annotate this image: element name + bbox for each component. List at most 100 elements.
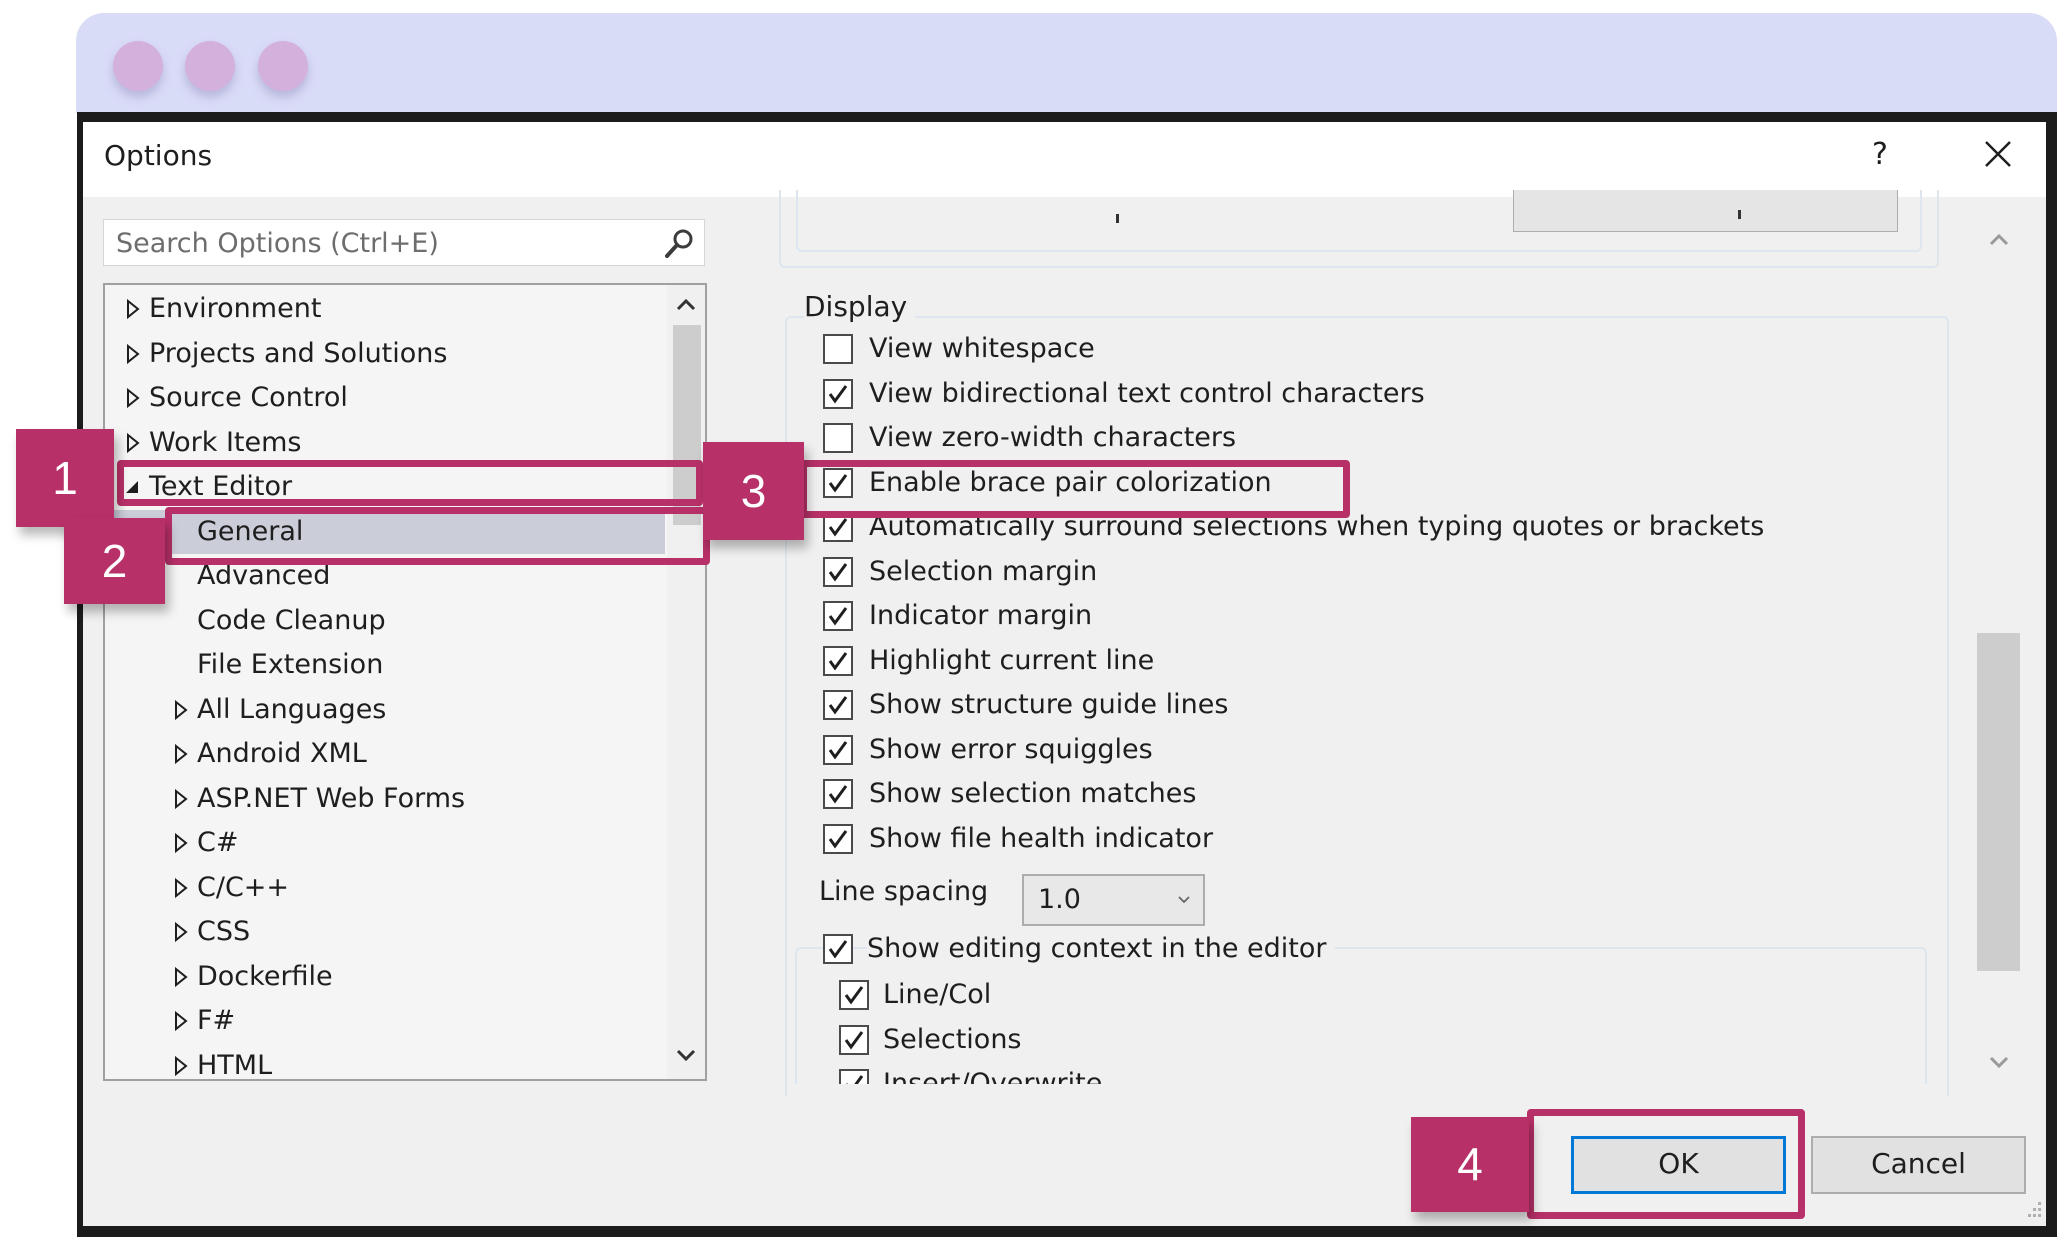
- search-options-input[interactable]: Search Options (Ctrl+E): [103, 219, 705, 266]
- tree-item-css[interactable]: CSS: [105, 910, 665, 954]
- option-highlight-current-line[interactable]: Highlight current line: [823, 639, 1955, 683]
- collapsed-triangle-icon[interactable]: [123, 332, 143, 376]
- option-checkbox[interactable]: [823, 601, 853, 631]
- search-placeholder: Search Options (Ctrl+E): [116, 228, 439, 259]
- checkmark-icon: [828, 829, 848, 849]
- editing-context-option-label: Line/Col: [883, 979, 992, 1010]
- cancel-button[interactable]: Cancel: [1811, 1136, 2026, 1194]
- collapsed-triangle-icon[interactable]: [171, 999, 191, 1043]
- resize-grip-icon[interactable]: [2024, 1200, 2044, 1220]
- option-show-structure-guide-lines[interactable]: Show structure guide lines: [823, 683, 1955, 727]
- tree-item-label: CSS: [197, 916, 251, 947]
- tree-item-android-xml[interactable]: Android XML: [105, 732, 665, 776]
- option-checkbox[interactable]: [823, 690, 853, 720]
- options-scroll-thumb[interactable]: [1977, 633, 2020, 971]
- checkmark-icon: [846, 1075, 864, 1084]
- line-spacing-select[interactable]: 1.0: [1022, 874, 1205, 926]
- collapsed-triangle-icon[interactable]: [171, 910, 191, 954]
- traffic-light-dot-3[interactable]: [258, 41, 308, 91]
- annotation-step-1: 1: [16, 429, 114, 527]
- tree-item-label: C#: [197, 827, 239, 858]
- checkmark-icon: [828, 696, 848, 715]
- collapsed-triangle-icon[interactable]: [171, 777, 191, 821]
- option-checkbox[interactable]: [823, 556, 853, 587]
- option-checkbox[interactable]: [823, 334, 853, 364]
- option-checkbox[interactable]: [823, 423, 853, 453]
- annotation-step-2: 2: [64, 518, 165, 604]
- scroll-up-icon[interactable]: [1977, 224, 2021, 258]
- clipped-button[interactable]: [1513, 190, 1898, 232]
- tree-scroll-up-icon[interactable]: [667, 289, 705, 325]
- tree-item-c-c[interactable]: C/C++: [105, 866, 665, 910]
- display-group-label: Display: [804, 290, 916, 323]
- collapsed-triangle-icon[interactable]: [171, 732, 191, 776]
- tree-item-label: Projects and Solutions: [149, 337, 448, 369]
- tree-item-c[interactable]: C#: [105, 821, 665, 865]
- options-scrollbar[interactable]: [1977, 214, 2021, 1084]
- option-show-error-squiggles[interactable]: Show error squiggles: [823, 728, 1955, 772]
- option-show-file-health-indicator[interactable]: Show file health indicator: [823, 817, 1955, 861]
- editing-context-insert-overwrite[interactable]: Insert/Overwrite: [839, 1062, 1955, 1084]
- editing-context-selections[interactable]: Selections: [839, 1018, 1955, 1062]
- tree-item-asp-net-web-forms[interactable]: ASP.NET Web Forms: [105, 777, 665, 821]
- tree-item-f[interactable]: F#: [105, 999, 665, 1043]
- clipped-button-text-mark: [1738, 210, 1741, 219]
- collapsed-triangle-icon[interactable]: [171, 1044, 191, 1080]
- traffic-light-dot-2[interactable]: [185, 41, 235, 91]
- tree-item-label: All Languages: [197, 693, 387, 725]
- tree-item-label: Work Items: [149, 426, 302, 458]
- collapsed-triangle-icon[interactable]: [123, 287, 143, 331]
- collapsed-triangle-icon[interactable]: [171, 688, 191, 732]
- editing-context-option-checkbox[interactable]: [839, 1069, 869, 1084]
- tree-item-label: Dockerfile: [197, 960, 333, 992]
- collapsed-triangle-icon[interactable]: [171, 955, 191, 999]
- tree-item-all-languages[interactable]: All Languages: [105, 688, 665, 732]
- tree-item-label: Code Cleanup: [197, 604, 386, 636]
- option-view-whitespace[interactable]: View whitespace: [823, 330, 1955, 371]
- tree-item-code-cleanup[interactable]: Code Cleanup: [105, 599, 665, 643]
- checkmark-icon: [828, 518, 848, 537]
- option-selection-margin[interactable]: Selection margin: [823, 550, 1955, 594]
- collapsed-triangle-icon[interactable]: [171, 821, 191, 865]
- checkmark-icon: [828, 940, 848, 959]
- editing-context-checkbox[interactable]: [823, 934, 853, 964]
- line-spacing-label: Line spacing: [819, 876, 989, 907]
- editing-context-option[interactable]: Show editing context in the editor: [823, 927, 1955, 971]
- tree-item-environment[interactable]: Environment: [105, 287, 665, 331]
- close-button[interactable]: [1976, 132, 2020, 176]
- tree-item-work-items[interactable]: Work Items: [105, 421, 665, 465]
- tree-item-projects-and-solutions[interactable]: Projects and Solutions: [105, 332, 665, 376]
- checkmark-icon: [828, 562, 848, 582]
- help-button[interactable]: ?: [1872, 137, 1888, 172]
- option-label: View zero-width characters: [869, 422, 1237, 453]
- tree-scrollbar[interactable]: [667, 285, 705, 1079]
- tree-scroll-down-icon[interactable]: [667, 1041, 705, 1077]
- option-checkbox[interactable]: [823, 645, 853, 676]
- editing-context-option-checkbox[interactable]: [839, 980, 869, 1010]
- option-checkbox[interactable]: [823, 378, 853, 409]
- options-tree: Environment Projects and Solutions Source …: [103, 283, 707, 1081]
- traffic-light-dot-1[interactable]: [113, 41, 163, 91]
- option-checkbox[interactable]: [823, 779, 853, 809]
- option-view-bidirectional-text-control-characters[interactable]: View bidirectional text control characte…: [823, 372, 1955, 416]
- editing-context-option-checkbox[interactable]: [839, 1024, 869, 1055]
- checkmark-icon: [828, 785, 848, 804]
- option-checkbox[interactable]: [823, 823, 853, 854]
- tree-item-file-extension[interactable]: File Extension: [105, 643, 665, 687]
- scroll-down-icon[interactable]: [1977, 1048, 2021, 1082]
- option-indicator-margin[interactable]: Indicator margin: [823, 594, 1955, 638]
- annotation-highlight-general: [165, 507, 710, 565]
- tree-item-dockerfile[interactable]: Dockerfile: [105, 955, 665, 999]
- collapsed-triangle-icon[interactable]: [123, 376, 143, 420]
- tree-item-html[interactable]: HTML: [105, 1044, 665, 1080]
- option-show-selection-matches[interactable]: Show selection matches: [823, 772, 1955, 816]
- option-view-zero-width-characters[interactable]: View zero-width characters: [823, 416, 1955, 460]
- tree-item-source-control[interactable]: Source Control: [105, 376, 665, 420]
- collapsed-triangle-icon[interactable]: [171, 866, 191, 910]
- tree-item-label: File Extension: [197, 649, 384, 680]
- annotation-highlight-text-editor: [117, 460, 703, 506]
- option-checkbox[interactable]: [823, 734, 853, 765]
- editing-context-line-col[interactable]: Line/Col: [839, 973, 1955, 1017]
- collapsed-triangle-icon[interactable]: [123, 421, 143, 465]
- checkmark-icon: [828, 607, 848, 626]
